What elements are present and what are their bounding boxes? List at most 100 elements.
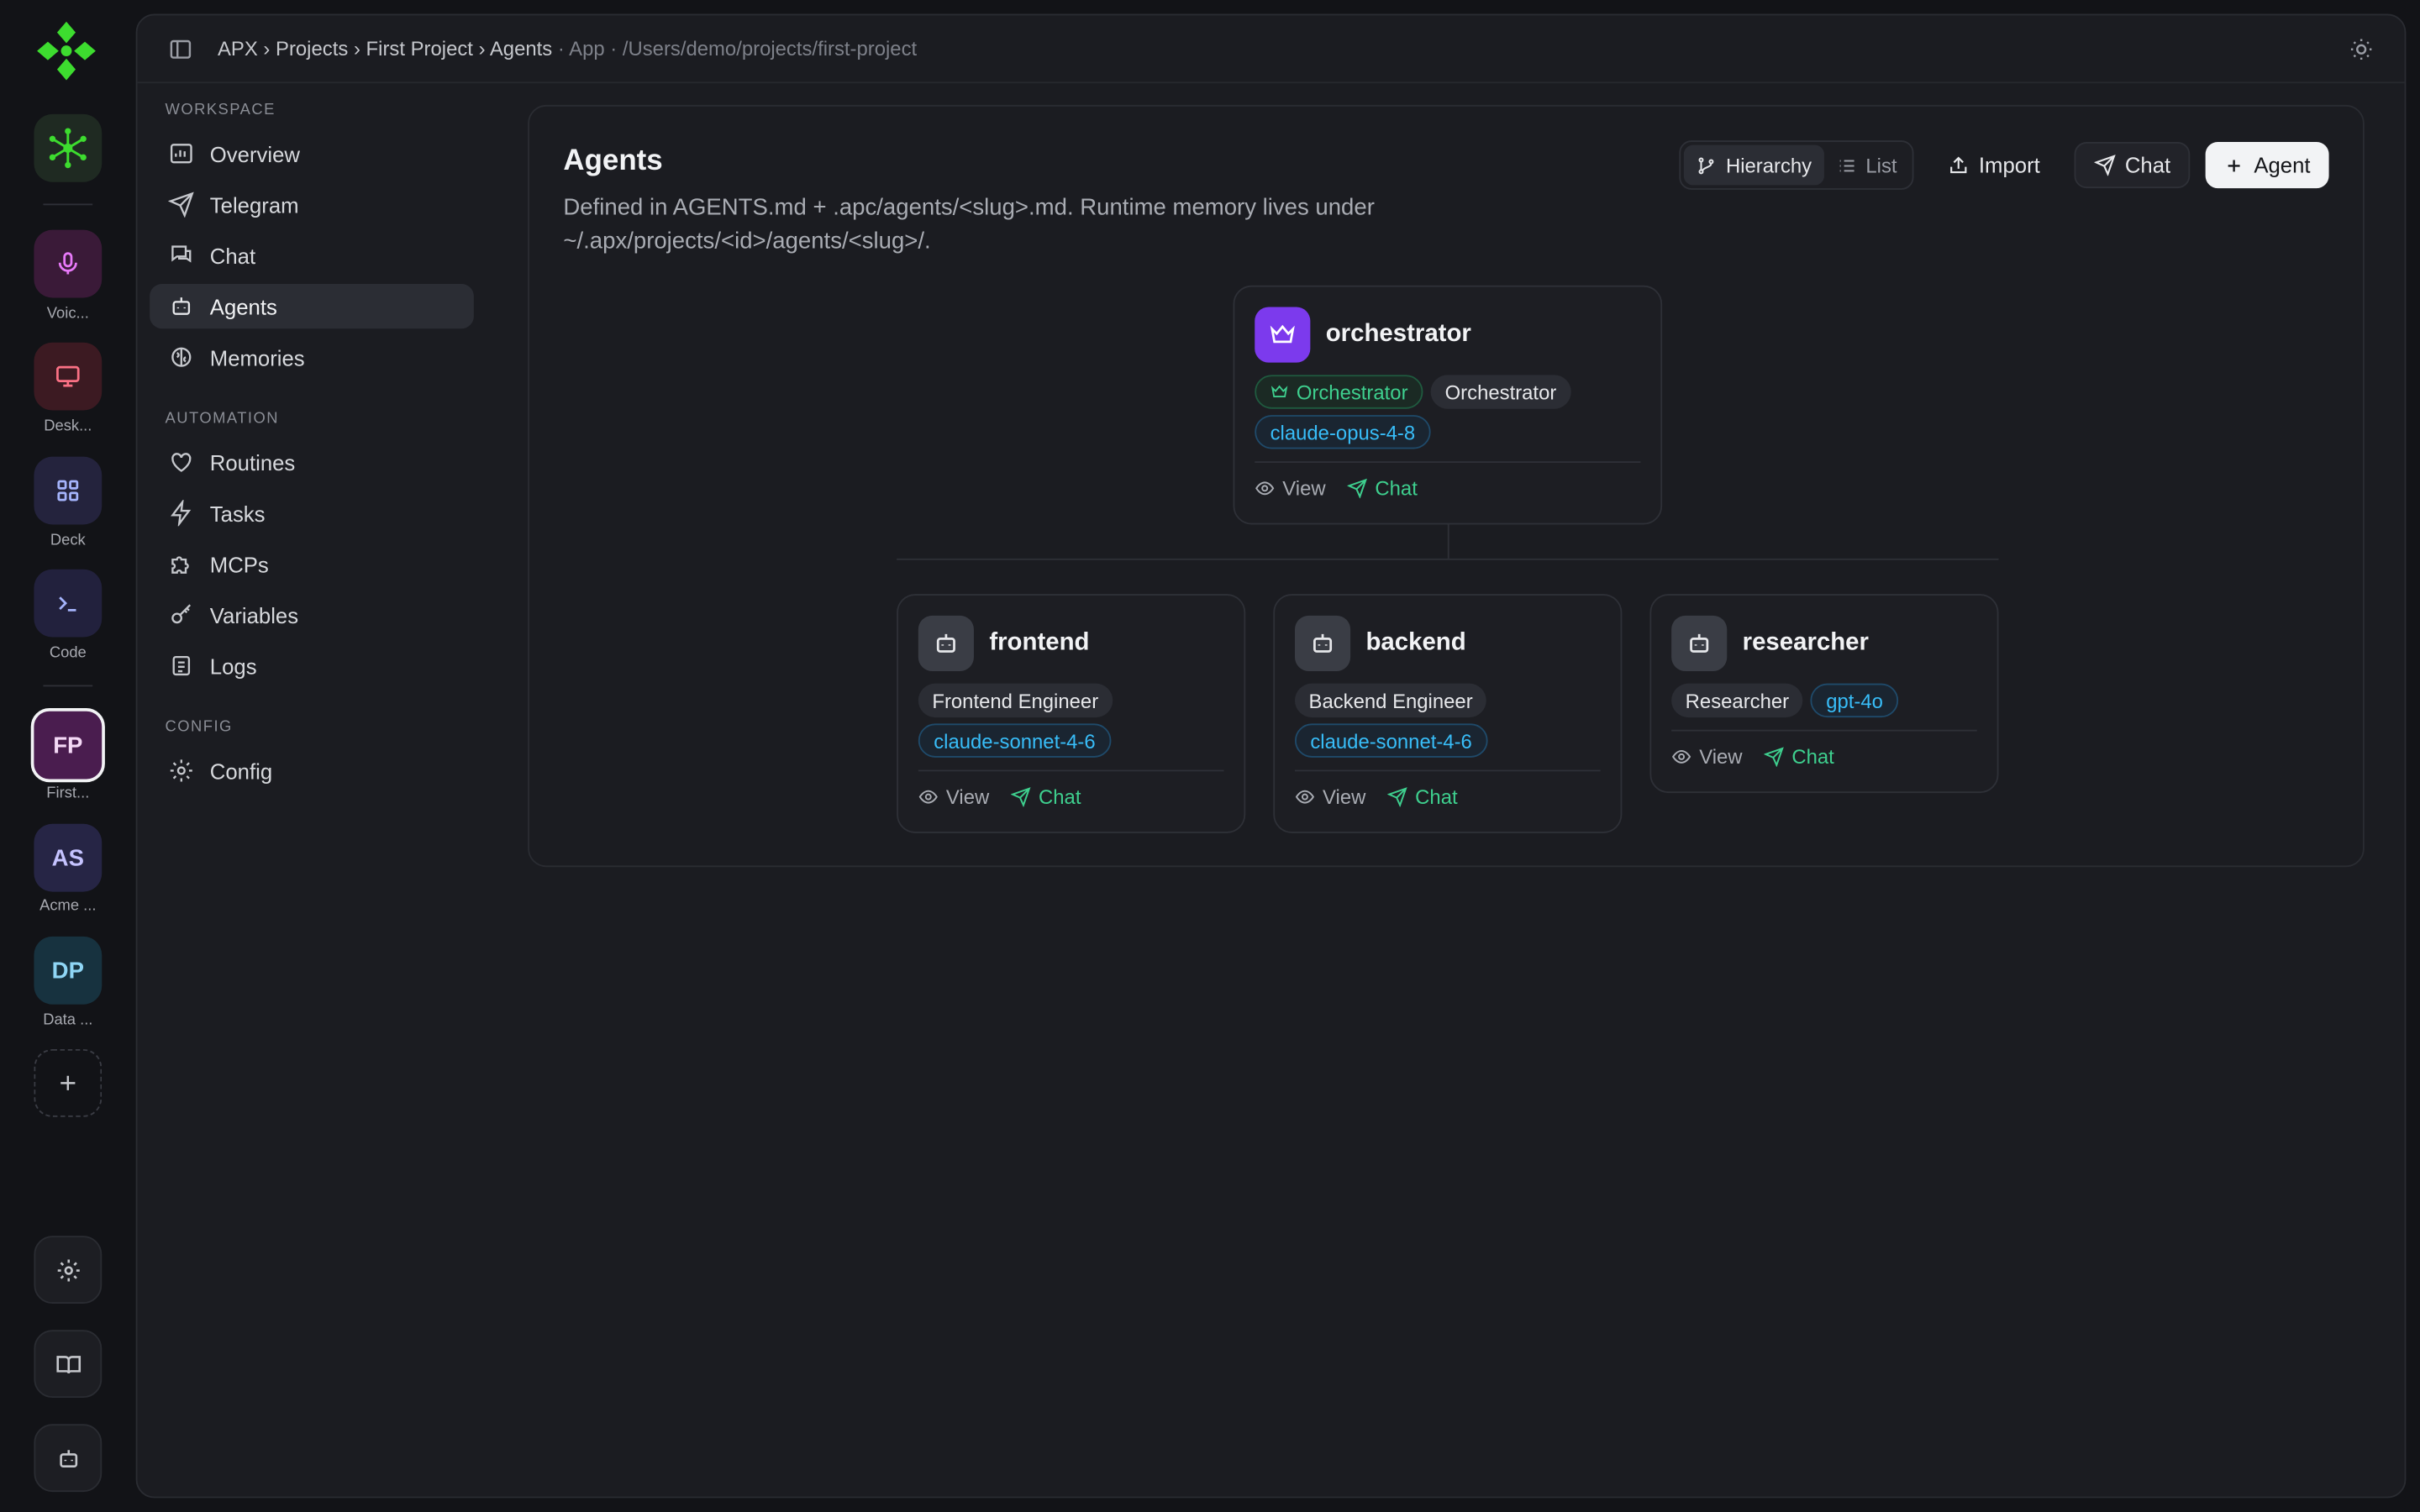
nav-item-overview[interactable]: Overview <box>150 131 474 176</box>
nav-section-config: CONFIG <box>165 718 233 737</box>
nav-section-workspace: WORKSPACE <box>165 102 276 119</box>
agent-chips: Orchestrator Orchestrator <box>1255 375 1570 409</box>
scroll-icon <box>172 655 191 676</box>
crumb-path: · App · /Users/demo/projects/first-proje… <box>557 37 918 60</box>
import-button[interactable]: Import <box>1929 142 2059 188</box>
settings-button[interactable] <box>34 1236 103 1305</box>
puzzle-icon <box>171 556 189 574</box>
view-button[interactable]: View <box>1671 745 1743 769</box>
project-acme[interactable]: AS <box>34 823 103 892</box>
nav-section-automation: AUTOMATION <box>165 410 279 428</box>
view-label: View <box>1323 785 1366 809</box>
rail-item-deck[interactable] <box>34 456 103 525</box>
nav-item-telegram[interactable]: Telegram <box>150 182 474 227</box>
model-chip-row: claude-opus-4-8 <box>1255 415 1431 449</box>
agent-actions: View Chat <box>1295 785 1458 809</box>
list-label: List <box>1865 153 1897 177</box>
crumb-apx[interactable]: APX <box>218 37 258 60</box>
gear-icon <box>170 759 192 782</box>
project-data[interactable]: DP <box>34 936 103 1005</box>
network-button[interactable] <box>34 113 103 182</box>
view-button[interactable]: View <box>918 785 989 808</box>
nav-item-config[interactable]: Config <box>150 748 474 793</box>
model-chip: claude-sonnet-4-6 <box>1294 723 1488 758</box>
sidebar-toggle-button[interactable] <box>168 37 192 70</box>
nav-item-agents[interactable]: Agents <box>150 283 474 329</box>
nav-item-mcps[interactable]: MCPs <box>150 542 474 586</box>
import-label: Import <box>1978 152 2040 178</box>
chat-button[interactable]: Chat <box>1387 785 1458 809</box>
agent-card-orchestrator[interactable]: orchestrator Orchestrator Orchestrator c… <box>1233 285 1663 525</box>
agent-name: frontend <box>989 629 1090 656</box>
agent-name: orchestrator <box>1325 321 1471 348</box>
view-toggle: Hierarchy List <box>1679 140 1914 190</box>
send-icon <box>1764 747 1784 767</box>
send-icon <box>1387 787 1407 807</box>
eye-icon <box>1295 790 1315 804</box>
crumb-projects[interactable]: Projects <box>276 37 348 60</box>
docs-button[interactable] <box>34 1330 103 1399</box>
add-agent-label: Agent <box>2254 152 2311 178</box>
view-button[interactable]: View <box>1295 785 1366 809</box>
rail-divider <box>43 685 93 687</box>
project-initials: FP <box>53 732 83 759</box>
nav-item-tasks[interactable]: Tasks <box>150 491 474 535</box>
crown-icon <box>1270 324 1295 344</box>
rail-item-desktop[interactable] <box>34 342 103 411</box>
plus-icon <box>2228 159 2241 171</box>
agent-avatar <box>1255 307 1311 363</box>
eye-icon <box>1671 749 1691 764</box>
role-chip: Researcher <box>1671 683 1803 718</box>
network-icon <box>49 128 87 169</box>
agent-card-researcher[interactable]: researcher Researcher gpt-4o View Chat <box>1649 594 1999 794</box>
agent-card-backend[interactable]: backend Backend Engineer claude-sonnet-4… <box>1273 594 1623 833</box>
agent-card-frontend[interactable]: frontend Frontend Engineer claude-sonnet… <box>897 594 1246 833</box>
chat-button[interactable]: Chat <box>1764 745 1834 769</box>
add-project-button[interactable] <box>34 1048 103 1117</box>
theme-toggle-button[interactable] <box>2349 37 2373 70</box>
chat-button[interactable]: Chat <box>1347 476 1418 501</box>
logo-icon <box>37 21 96 81</box>
rail-label-desktop: Desk... <box>44 417 92 435</box>
agent-header: frontend <box>918 615 1090 671</box>
rail-item-voice[interactable] <box>34 229 103 298</box>
crumb-project[interactable]: First Project <box>366 37 473 60</box>
hierarchy-tab[interactable]: Hierarchy <box>1684 144 1824 186</box>
rail-label-deck: Deck <box>50 532 86 549</box>
project-label-data: Data ... <box>43 1011 93 1030</box>
bot-button[interactable] <box>34 1424 103 1493</box>
microphone-icon <box>58 252 77 275</box>
nav-item-chat[interactable]: Chat <box>150 233 474 277</box>
project-first[interactable]: FP <box>30 708 105 783</box>
nav-item-variables[interactable]: Variables <box>150 592 474 637</box>
chat-icon <box>171 245 192 263</box>
list-tab[interactable]: List <box>1824 145 1909 186</box>
chat-button[interactable]: Chat <box>2074 141 2191 189</box>
nav-label: Chat <box>209 243 256 268</box>
heart-icon <box>171 453 192 472</box>
agent-name: researcher <box>1742 629 1869 656</box>
send-icon <box>168 192 194 218</box>
chat-label: Chat <box>1375 476 1418 501</box>
eye-icon <box>1255 481 1275 496</box>
nav-label: Tasks <box>209 501 266 526</box>
plus-icon <box>60 1075 76 1090</box>
nav-item-routines[interactable]: Routines <box>150 439 474 484</box>
rail-item-code[interactable] <box>34 569 103 638</box>
bot-icon <box>936 633 955 653</box>
view-button[interactable]: View <box>1255 477 1326 500</box>
nav-item-memories[interactable]: Memories <box>150 335 474 380</box>
app-logo[interactable] <box>34 18 98 83</box>
rail-label-code: Code <box>49 644 87 662</box>
chat-label: Chat <box>1415 785 1458 809</box>
nav-item-logs[interactable]: Logs <box>150 643 474 688</box>
rail-label-voice: Voic... <box>46 305 89 323</box>
add-agent-button[interactable]: Agent <box>2206 141 2329 189</box>
lightning-icon <box>171 500 192 527</box>
chat-button[interactable]: Chat <box>1010 785 1081 808</box>
project-label-acme: Acme ... <box>39 897 97 916</box>
bot-icon <box>1690 633 1709 653</box>
model-chip-row: claude-sonnet-4-6 <box>1294 723 1488 758</box>
agent-actions: View Chat <box>918 785 1081 808</box>
bot-icon <box>1313 633 1333 653</box>
